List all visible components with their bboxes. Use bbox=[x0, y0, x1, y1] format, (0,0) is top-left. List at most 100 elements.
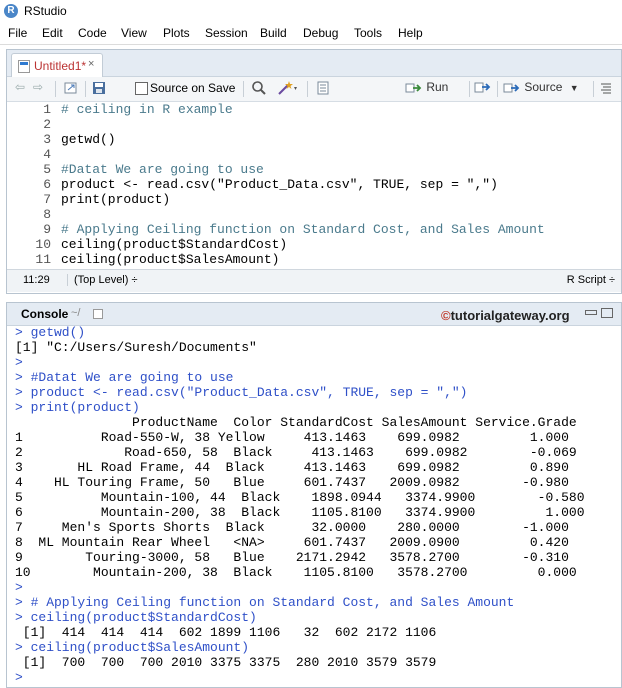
toolbar-divider bbox=[85, 81, 86, 97]
rerun-icon[interactable] bbox=[473, 80, 491, 98]
menu-edit[interactable]: Edit bbox=[42, 26, 63, 40]
line-number: 6 bbox=[43, 177, 51, 192]
rstudio-logo-icon: R bbox=[4, 4, 18, 18]
console-line: > ceiling(product$SalesAmount) bbox=[15, 640, 250, 655]
line-number: 5 bbox=[43, 162, 51, 177]
menu-tools[interactable]: Tools bbox=[354, 26, 382, 40]
source-editor-pane: Untitled1* × ⇦ ⇨ Source on Save Run Sour… bbox=[6, 49, 622, 294]
toolbar-divider bbox=[243, 81, 244, 97]
code-line: getwd() bbox=[61, 132, 116, 147]
show-in-window-icon[interactable] bbox=[63, 80, 79, 98]
file-type-selector[interactable]: R Script ÷ bbox=[567, 274, 615, 286]
title-bar: R RStudio bbox=[0, 0, 622, 23]
line-number: 8 bbox=[43, 207, 51, 222]
r-file-icon bbox=[18, 60, 30, 73]
console-line: > print(product) bbox=[15, 400, 140, 415]
copyright-symbol: © bbox=[441, 308, 451, 323]
toolbar-divider bbox=[55, 81, 56, 97]
console-line: ProductName Color StandardCost SalesAmou… bbox=[15, 415, 577, 430]
window-title: RStudio bbox=[24, 4, 67, 18]
compile-report-icon[interactable] bbox=[315, 80, 331, 98]
watermark: ©tutorialgateway.org bbox=[441, 308, 570, 323]
code-line: ceiling(product$StandardCost) bbox=[61, 237, 288, 252]
source-on-save-label: Source on Save bbox=[150, 81, 236, 95]
working-directory: ~/ bbox=[71, 307, 81, 319]
cursor-position: 11:29 bbox=[23, 274, 50, 286]
code-line: product <- read.csv("Product_Data.csv", … bbox=[61, 177, 498, 192]
minimize-pane-icon[interactable] bbox=[585, 310, 597, 315]
menu-help[interactable]: Help bbox=[398, 26, 423, 40]
toolbar-divider bbox=[307, 81, 308, 97]
source-label: Source bbox=[524, 80, 563, 94]
menu-session[interactable]: Session bbox=[205, 26, 248, 40]
menu-bar: File Edit Code View Plots Session Build … bbox=[0, 23, 622, 45]
forward-arrow-icon[interactable]: ⇨ bbox=[33, 80, 43, 98]
console-line: [1] "C:/Users/Suresh/Documents" bbox=[15, 340, 257, 355]
line-number: 7 bbox=[43, 192, 51, 207]
line-number: 9 bbox=[43, 222, 51, 237]
console-tab[interactable]: Console bbox=[21, 307, 68, 321]
code-line: #Datat We are going to use bbox=[61, 162, 264, 177]
run-label: Run bbox=[426, 80, 449, 94]
console-pane: Console ~/ ©tutorialgateway.org > getwd(… bbox=[6, 302, 622, 688]
menu-debug[interactable]: Debug bbox=[303, 26, 338, 40]
editor-toolbar: ⇦ ⇨ Source on Save Run Source ▼ bbox=[7, 77, 621, 102]
console-line: > bbox=[15, 355, 23, 370]
chevron-down-icon: ▼ bbox=[569, 83, 579, 93]
menu-view[interactable]: View bbox=[121, 26, 147, 40]
source-button[interactable]: Source ▼ bbox=[503, 80, 579, 98]
close-tab-icon[interactable]: × bbox=[88, 58, 94, 70]
go-to-directory-icon[interactable] bbox=[93, 309, 103, 319]
console-line: > # Applying Ceiling function on Standar… bbox=[15, 595, 515, 610]
code-editor[interactable]: 1 2 3 4 5 6 7 8 9 10 11 # ceiling in R e… bbox=[7, 102, 621, 267]
tab-untitled1[interactable]: Untitled1* × bbox=[11, 53, 103, 77]
menu-build[interactable]: Build bbox=[260, 26, 287, 40]
console-line: 3 HL Road Frame, 44 Black 413.1463 699.0… bbox=[15, 460, 569, 475]
console-line: 8 ML Mountain Rear Wheel <NA> 601.7437 2… bbox=[15, 535, 569, 550]
back-arrow-icon[interactable]: ⇦ bbox=[15, 80, 25, 98]
line-number: 10 bbox=[35, 237, 51, 252]
save-icon[interactable] bbox=[91, 80, 107, 98]
editor-tab-bar: Untitled1* × bbox=[7, 50, 621, 77]
watermark-text: tutorialgateway.org bbox=[450, 308, 570, 323]
code-tools-wand-icon[interactable] bbox=[277, 80, 299, 98]
editor-status-bar: 11:29 (Top Level) ÷ R Script ÷ bbox=[7, 269, 621, 292]
line-number: 3 bbox=[43, 132, 51, 147]
console-line: > bbox=[15, 580, 23, 595]
line-number: 1 bbox=[43, 102, 51, 117]
line-number: 2 bbox=[43, 117, 51, 132]
console-line: 2 Road-650, 58 Black 413.1463 699.0982 -… bbox=[15, 445, 577, 460]
menu-file[interactable]: File bbox=[8, 26, 27, 40]
outline-menu-icon[interactable] bbox=[599, 80, 613, 98]
console-line: 4 HL Touring Frame, 50 Blue 601.7437 200… bbox=[15, 475, 569, 490]
toolbar-divider bbox=[497, 81, 498, 97]
source-on-save-checkbox[interactable] bbox=[135, 82, 148, 95]
menu-plots[interactable]: Plots bbox=[163, 26, 190, 40]
code-line: # ceiling in R example bbox=[61, 102, 233, 117]
console-line: 10 Mountain-200, 38 Black 1105.8100 3578… bbox=[15, 565, 577, 580]
menu-code[interactable]: Code bbox=[78, 26, 107, 40]
console-line: > getwd() bbox=[15, 325, 86, 340]
console-line: 5 Mountain-100, 44 Black 1898.0944 3374.… bbox=[15, 490, 585, 505]
search-icon[interactable] bbox=[251, 80, 267, 98]
code-line: print(product) bbox=[61, 192, 171, 207]
code-line: ceiling(product$SalesAmount) bbox=[61, 252, 280, 267]
console-line: [1] 414 414 414 602 1899 1106 32 602 217… bbox=[15, 625, 437, 640]
toolbar-divider bbox=[469, 81, 470, 97]
console-line: > ceiling(product$StandardCost) bbox=[15, 610, 257, 625]
console-header: Console ~/ ©tutorialgateway.org bbox=[7, 303, 621, 326]
line-number: 11 bbox=[35, 252, 51, 267]
tab-label: Untitled1* bbox=[34, 59, 87, 73]
console-prompt[interactable]: > bbox=[15, 670, 23, 685]
scope-selector[interactable]: (Top Level) ÷ bbox=[67, 274, 138, 286]
run-button[interactable]: Run bbox=[405, 80, 448, 98]
maximize-pane-icon[interactable] bbox=[601, 308, 613, 318]
console-line: [1] 700 700 700 2010 3375 3375 280 2010 … bbox=[15, 655, 437, 670]
toolbar-divider bbox=[593, 81, 594, 97]
console-line: > product <- read.csv("Product_Data.csv"… bbox=[15, 385, 468, 400]
console-line: > #Datat We are going to use bbox=[15, 370, 234, 385]
console-output[interactable]: > getwd() [1] "C:/Users/Suresh/Documents… bbox=[7, 325, 621, 687]
code-line: # Applying Ceiling function on Standard … bbox=[61, 222, 545, 237]
line-number-gutter: 1 2 3 4 5 6 7 8 9 10 11 bbox=[7, 102, 57, 267]
console-line: 7 Men's Sports Shorts Black 32.0000 280.… bbox=[15, 520, 569, 535]
